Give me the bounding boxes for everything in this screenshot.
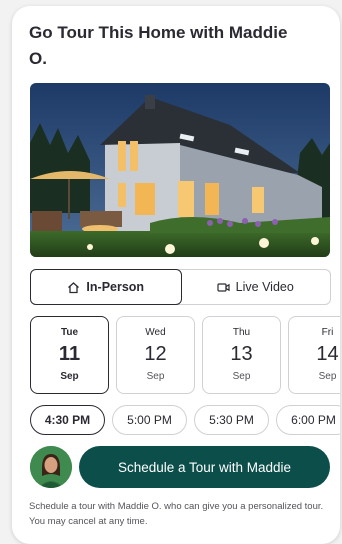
date-day: 11 xyxy=(58,343,81,365)
date-day: 13 xyxy=(230,343,253,365)
date-card[interactable]: Wed 12 Sep xyxy=(116,316,195,394)
time-slot[interactable]: 5:00 PM xyxy=(112,405,187,435)
home-photo[interactable] xyxy=(30,83,330,257)
agent-avatar xyxy=(30,446,72,488)
schedule-tour-button[interactable]: Schedule a Tour with Maddie xyxy=(79,446,330,488)
time-slot[interactable]: 5:30 PM xyxy=(194,405,269,435)
date-weekday: Tue xyxy=(60,327,79,338)
time-picker: 4:30 PM 5:00 PM 5:30 PM 6:00 PM xyxy=(30,405,340,439)
in-person-option[interactable]: In-Person xyxy=(30,269,182,305)
date-day: 14 xyxy=(316,343,339,365)
time-slot[interactable]: 4:30 PM xyxy=(30,405,105,435)
date-card[interactable]: Tue 11 Sep xyxy=(30,316,109,394)
video-camera-icon xyxy=(217,281,230,294)
date-month: Sep xyxy=(318,371,337,382)
date-picker: Tue 11 Sep Wed 12 Sep Thu 13 Sep Fri 14 … xyxy=(30,316,340,396)
live-video-label: Live Video xyxy=(235,280,294,294)
disclaimer-text: Schedule a tour with Maddie O. who can g… xyxy=(29,501,324,527)
date-month: Sep xyxy=(146,371,165,382)
home-icon xyxy=(67,281,80,294)
date-day: 12 xyxy=(144,343,167,365)
time-slot[interactable]: 6:00 PM xyxy=(276,405,340,435)
tour-card: Go Tour This Home with Maddie O. In-Pers… xyxy=(12,6,340,544)
in-person-label: In-Person xyxy=(86,280,145,294)
tour-type-toggle: In-Person Live Video xyxy=(30,269,331,305)
page-title: Go Tour This Home with Maddie O. xyxy=(29,23,288,68)
date-month: Sep xyxy=(232,371,251,382)
date-weekday: Fri xyxy=(321,327,334,338)
date-weekday: Thu xyxy=(232,327,251,338)
date-weekday: Wed xyxy=(145,327,166,338)
date-card[interactable]: Fri 14 Sep xyxy=(288,316,340,394)
date-card[interactable]: Thu 13 Sep xyxy=(202,316,281,394)
live-video-option[interactable]: Live Video xyxy=(181,270,331,304)
date-month: Sep xyxy=(60,371,79,382)
